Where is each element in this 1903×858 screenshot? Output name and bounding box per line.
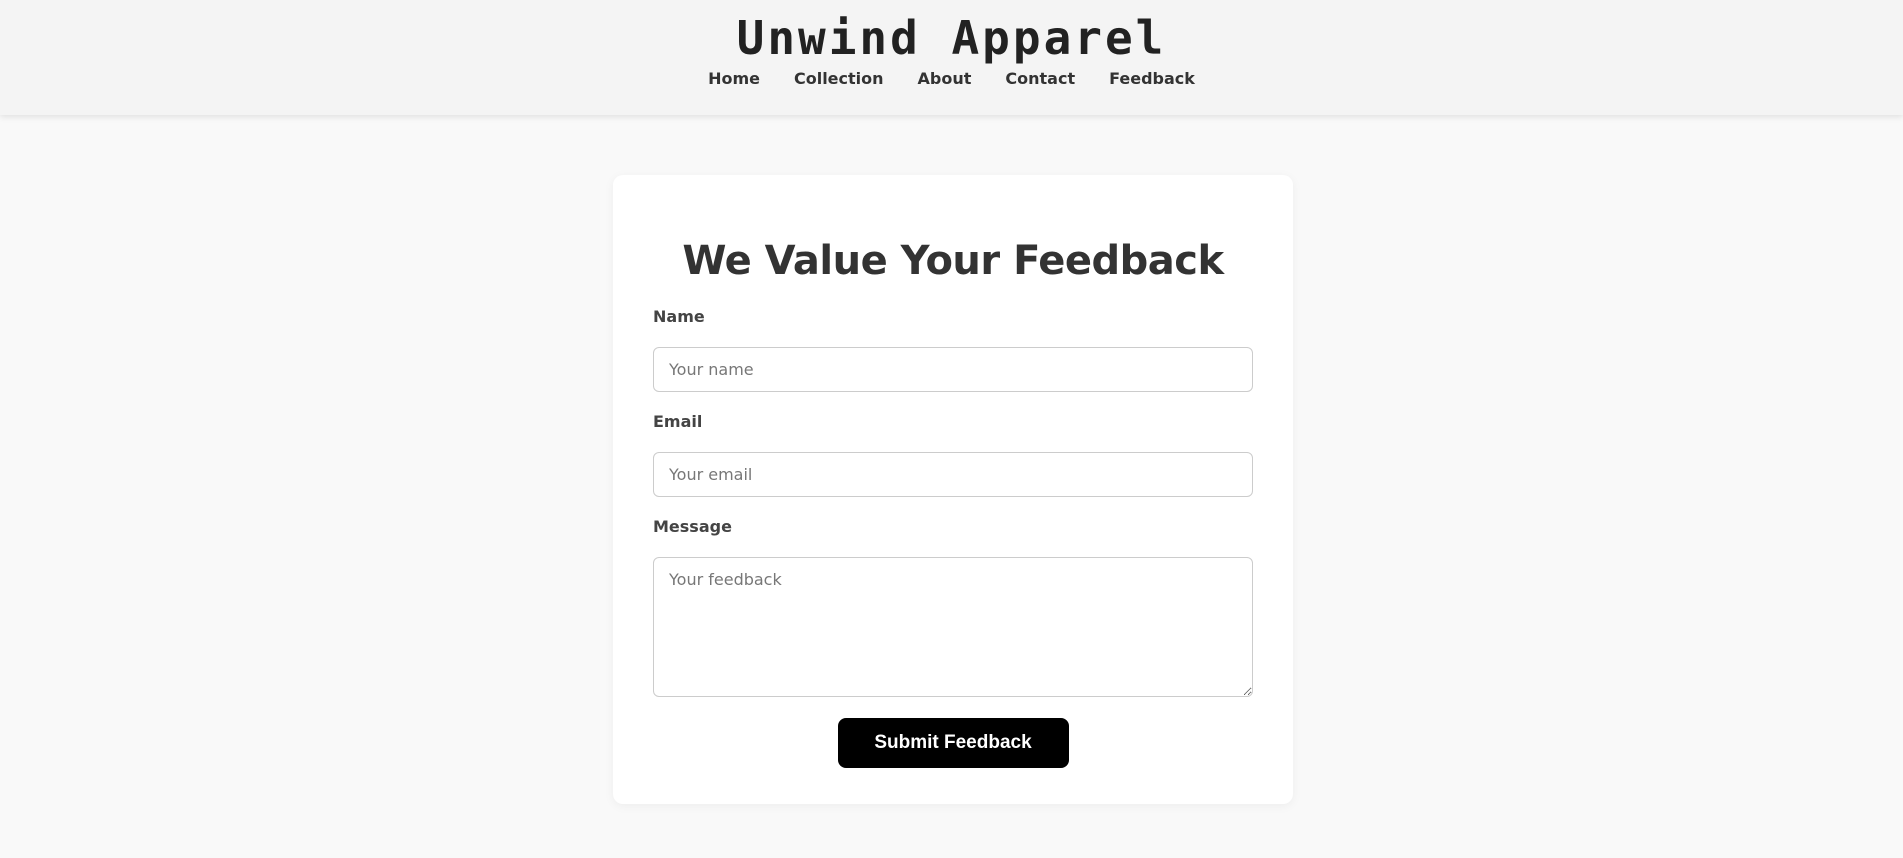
submit-feedback-button[interactable]: Submit Feedback	[837, 718, 1069, 768]
email-input[interactable]	[653, 452, 1253, 497]
main-nav: Home Collection About Contact Feedback	[0, 69, 1903, 88]
nav-link-home[interactable]: Home	[708, 69, 760, 88]
nav-link-contact[interactable]: Contact	[1005, 69, 1075, 88]
feedback-form: Name Email Message Submit Feedback	[653, 307, 1253, 768]
nav-link-about[interactable]: About	[918, 69, 972, 88]
name-label: Name	[653, 307, 705, 326]
site-logo[interactable]: Unwind Apparel	[0, 0, 1903, 64]
nav-link-collection[interactable]: Collection	[794, 69, 884, 88]
site-header: Unwind Apparel Home Collection About Con…	[0, 0, 1903, 115]
nav-link-feedback[interactable]: Feedback	[1109, 69, 1195, 88]
message-textarea[interactable]	[653, 557, 1253, 697]
email-label: Email	[653, 412, 703, 431]
name-input[interactable]	[653, 347, 1253, 392]
message-label: Message	[653, 517, 732, 536]
feedback-card: We Value Your Feedback Name Email Messag…	[613, 175, 1293, 804]
form-title: We Value Your Feedback	[682, 238, 1224, 284]
